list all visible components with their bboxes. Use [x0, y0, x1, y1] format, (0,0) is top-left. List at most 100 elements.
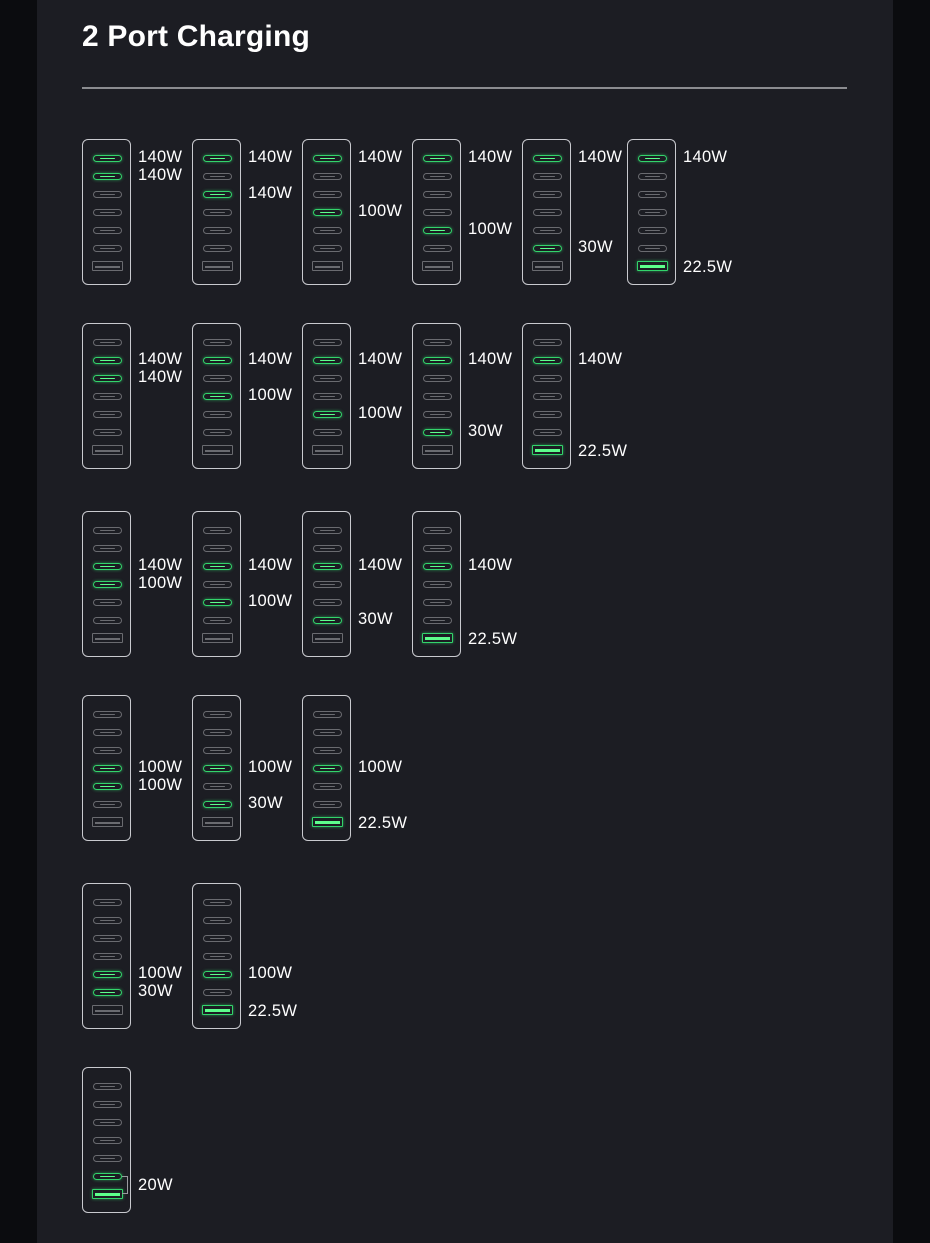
- usb-a-port: [92, 261, 123, 271]
- usb-a-port: [92, 633, 123, 643]
- charger-diagram: [82, 511, 131, 657]
- usb-a-port: [312, 445, 343, 455]
- wattage-label: 140W: [468, 556, 513, 574]
- usb-a-port: [532, 261, 563, 271]
- usb-c-port: [423, 545, 452, 552]
- usb-c-port: [203, 935, 232, 942]
- usb-c-port: [203, 245, 232, 252]
- usb-c-port: [533, 357, 562, 364]
- wattage-label: 22.5W: [358, 814, 408, 832]
- wattage-label: 140W: [358, 350, 403, 368]
- charger-diagram: [412, 323, 461, 469]
- usb-c-port: [93, 1101, 122, 1108]
- wattage-label: 140W: [248, 184, 293, 202]
- wattage-label: 100W: [248, 386, 293, 404]
- usb-c-port: [93, 711, 122, 718]
- usb-c-port: [313, 711, 342, 718]
- usb-c-port: [93, 783, 122, 790]
- usb-c-port: [313, 581, 342, 588]
- wattage-label: 100W: [358, 404, 403, 422]
- wattage-label: 140W: [578, 350, 623, 368]
- charger-diagram: [82, 883, 131, 1029]
- usb-c-port: [638, 245, 667, 252]
- wattage-label: 100W: [138, 758, 183, 776]
- charger-diagram: [192, 883, 241, 1029]
- usb-c-port: [423, 173, 452, 180]
- usb-a-port: [92, 817, 123, 827]
- usb-c-port: [203, 339, 232, 346]
- usb-c-port: [423, 563, 452, 570]
- wattage-label: 140W: [578, 148, 623, 166]
- usb-c-port: [423, 155, 452, 162]
- usb-c-port: [533, 227, 562, 234]
- charger-diagram: [82, 323, 131, 469]
- usb-a-port: [312, 633, 343, 643]
- usb-c-port: [533, 245, 562, 252]
- wattage-label: 100W: [138, 776, 183, 794]
- usb-c-port: [313, 245, 342, 252]
- usb-c-port: [93, 339, 122, 346]
- page-title: 2 Port Charging: [82, 20, 311, 53]
- charger-diagram: [522, 323, 571, 469]
- usb-c-port: [93, 411, 122, 418]
- wattage-label: 22.5W: [468, 630, 518, 648]
- usb-a-port: [422, 633, 453, 643]
- usb-c-port: [203, 617, 232, 624]
- usb-c-port: [93, 599, 122, 606]
- usb-c-port: [93, 393, 122, 400]
- wattage-label: 140W: [248, 350, 293, 368]
- usb-c-port: [313, 393, 342, 400]
- wattage-label: 140W: [358, 556, 403, 574]
- usb-c-port: [423, 393, 452, 400]
- usb-c-port: [93, 917, 122, 924]
- usb-c-port: [313, 783, 342, 790]
- usb-c-port: [423, 411, 452, 418]
- usb-c-port: [203, 173, 232, 180]
- usb-c-port: [313, 357, 342, 364]
- usb-c-port: [203, 227, 232, 234]
- usb-c-port: [203, 801, 232, 808]
- usb-c-port: [313, 801, 342, 808]
- usb-c-port: [93, 357, 122, 364]
- wattage-label: 140W: [468, 148, 513, 166]
- usb-c-port: [203, 783, 232, 790]
- usb-c-port: [313, 599, 342, 606]
- charger-diagram: [627, 139, 676, 285]
- usb-c-port: [93, 801, 122, 808]
- usb-c-port: [533, 411, 562, 418]
- usb-c-port: [533, 209, 562, 216]
- wattage-label: 20W: [138, 1176, 173, 1194]
- wattage-label: 100W: [248, 964, 293, 982]
- wattage-label: 30W: [468, 422, 503, 440]
- charger-diagram: [192, 323, 241, 469]
- usb-c-port: [93, 375, 122, 382]
- usb-c-port: [533, 339, 562, 346]
- usb-c-port: [313, 209, 342, 216]
- usb-c-port: [313, 765, 342, 772]
- usb-c-port: [93, 765, 122, 772]
- usb-c-port: [203, 545, 232, 552]
- usb-c-port: [203, 917, 232, 924]
- wattage-label: 100W: [468, 220, 513, 238]
- usb-c-port: [203, 393, 232, 400]
- usb-c-port: [313, 375, 342, 382]
- usb-c-port: [93, 173, 122, 180]
- usb-c-port: [93, 899, 122, 906]
- usb-c-port: [203, 971, 232, 978]
- usb-c-port: [203, 953, 232, 960]
- usb-c-port: [533, 393, 562, 400]
- wattage-label: 140W: [138, 166, 183, 184]
- usb-c-port: [423, 245, 452, 252]
- charger-diagram: [192, 139, 241, 285]
- usb-a-port: [202, 1005, 233, 1015]
- charger-diagram: [192, 511, 241, 657]
- usb-c-port: [203, 191, 232, 198]
- usb-c-port: [203, 429, 232, 436]
- usb-c-port: [638, 227, 667, 234]
- usb-c-port: [203, 989, 232, 996]
- usb-c-port: [533, 429, 562, 436]
- usb-a-port: [202, 261, 233, 271]
- usb-c-port: [313, 729, 342, 736]
- usb-c-port: [203, 411, 232, 418]
- usb-c-port: [203, 581, 232, 588]
